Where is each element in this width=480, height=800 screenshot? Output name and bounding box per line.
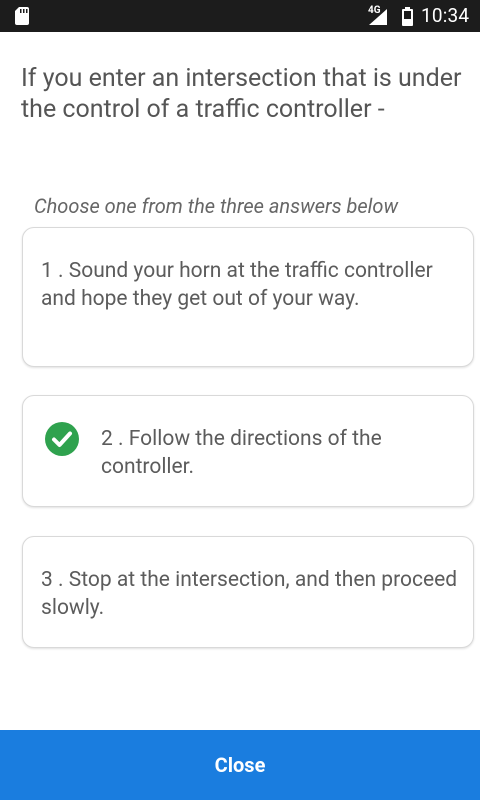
close-button-label: Close: [214, 753, 266, 777]
question-text: If you enter an intersection that is und…: [21, 64, 462, 124]
answer-option-text: 1 . Sound your horn at the traffic contr…: [41, 259, 433, 311]
answer-option-text: 2 . Follow the directions of the control…: [101, 427, 382, 479]
close-button[interactable]: Close: [0, 730, 480, 800]
answer-option-2[interactable]: 2 . Follow the directions of the control…: [22, 395, 474, 507]
status-bar: 4G 10:34: [0, 0, 480, 32]
check-circle-icon: [45, 422, 79, 456]
answer-option-1[interactable]: 1 . Sound your horn at the traffic contr…: [22, 227, 474, 367]
answer-option-text: 3 . Stop at the intersection, and then p…: [41, 568, 458, 620]
signal-strength-icon: [369, 9, 387, 25]
instruction-text: Choose one from the three answers below: [34, 194, 399, 218]
answer-option-3[interactable]: 3 . Stop at the intersection, and then p…: [22, 536, 474, 648]
status-clock: 10:34: [421, 4, 470, 27]
battery-icon: [402, 7, 413, 26]
sd-card-icon: [15, 7, 29, 25]
